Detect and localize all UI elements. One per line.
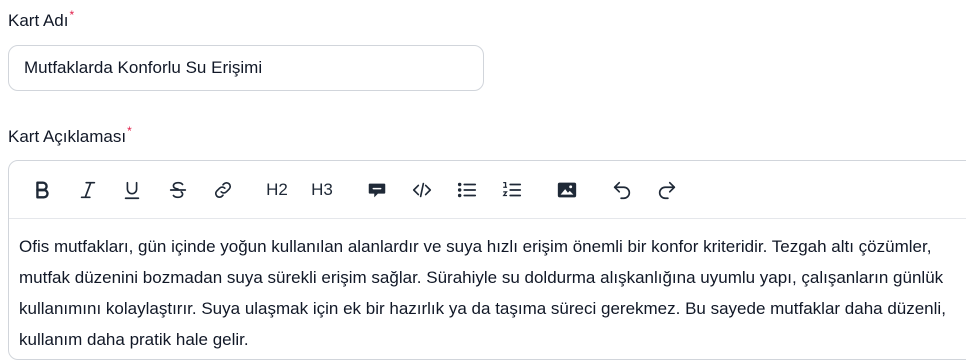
numbered-list-icon[interactable] xyxy=(499,177,525,203)
editor-text: Ofis mutfakları, gün içinde yoğun kullan… xyxy=(19,237,946,349)
heading2-label: H2 xyxy=(266,180,288,199)
card-name-input[interactable]: Mutfaklarda Konforlu Su Erişimi xyxy=(8,45,484,91)
undo-icon[interactable] xyxy=(609,177,635,203)
redo-icon[interactable] xyxy=(654,177,680,203)
heading3-label: H3 xyxy=(311,180,333,199)
comment-icon[interactable] xyxy=(364,177,390,203)
card-description-label: Kart Açıklaması* xyxy=(8,124,132,147)
card-name-label: Kart Adı* xyxy=(8,8,75,31)
editor-toolbar: H2 H3 xyxy=(9,161,966,219)
card-name-value: Mutfaklarda Konforlu Su Erişimi xyxy=(24,58,263,77)
card-name-label-text: Kart Adı xyxy=(8,11,69,30)
editor-content[interactable]: Ofis mutfakları, gün içinde yoğun kullan… xyxy=(19,231,966,355)
link-icon[interactable] xyxy=(210,177,236,203)
bold-icon[interactable] xyxy=(29,177,55,203)
required-asterisk: * xyxy=(69,8,75,22)
underline-icon[interactable] xyxy=(119,177,145,203)
image-icon[interactable] xyxy=(554,177,580,203)
heading3-button[interactable]: H3 xyxy=(309,177,335,203)
bullet-list-icon[interactable] xyxy=(454,177,480,203)
card-description-label-text: Kart Açıklaması xyxy=(8,127,127,146)
heading2-button[interactable]: H2 xyxy=(264,177,290,203)
rich-text-editor: H2 H3 Ofis mutfakları, gün içinde yoğun … xyxy=(8,160,966,360)
strikethrough-icon[interactable] xyxy=(165,177,191,203)
italic-icon[interactable] xyxy=(75,177,101,203)
required-asterisk: * xyxy=(127,124,132,138)
code-icon[interactable] xyxy=(409,177,435,203)
